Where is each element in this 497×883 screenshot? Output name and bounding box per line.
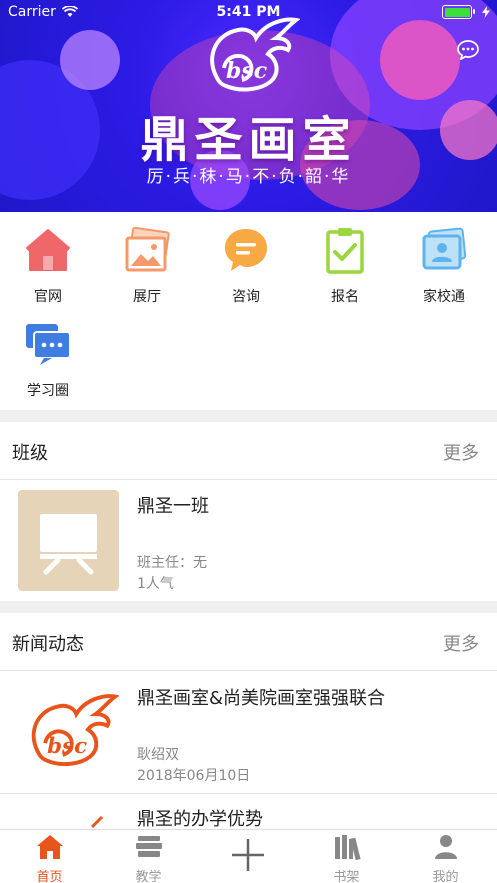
easel-icon: [40, 514, 97, 575]
brand-slogan: 厉·兵·秣·马·不·负·韶·华: [146, 167, 351, 187]
tab-label: 我的: [432, 870, 459, 883]
banner-blob: [380, 20, 460, 100]
quick-link-gallery[interactable]: 展厅: [99, 226, 195, 306]
consult-icon: [225, 229, 267, 271]
quick-link-official-site[interactable]: 官网: [0, 226, 96, 306]
home-tab-icon: [36, 835, 63, 859]
class-section-title: 班级: [12, 443, 48, 464]
quick-link-home-school[interactable]: 家校通: [396, 226, 492, 306]
app-screen: Carrier 5:41 PM bsc 鼎圣画室 厉·兵·秣·马·不·负·韶·华…: [0, 0, 497, 883]
class-teacher: 班主任：无: [137, 555, 207, 571]
news-thumbnail-logo: [90, 815, 104, 829]
tab-label: 教学: [135, 870, 162, 883]
class-section-header: 班级 更多: [0, 422, 497, 480]
news-title: 鼎圣画室&尚美院画室强强联合: [137, 688, 386, 709]
tab-home[interactable]: 首页: [0, 834, 99, 883]
quick-link-signup[interactable]: 报名: [297, 226, 393, 306]
quick-link-consult[interactable]: 咨询: [198, 226, 294, 306]
quick-links-grid: 官网 展厅 咨询 报名 家校通 学习圈: [0, 212, 497, 410]
signup-icon: [326, 228, 364, 274]
news-author: 耿绍双: [137, 747, 179, 763]
section-divider: [0, 601, 497, 613]
tab-add[interactable]: [198, 838, 297, 876]
news-section-header: 新闻动态 更多: [0, 613, 497, 671]
news-item[interactable]: bsc 鼎圣画室&尚美院画室强强联合 耿绍双 2018年06月10日: [0, 672, 497, 794]
svg-text:bsc: bsc: [47, 734, 87, 759]
tab-bookshelf[interactable]: 书架: [297, 834, 396, 883]
class-thumbnail: [18, 490, 119, 591]
news-title: 鼎圣的办学优势: [137, 809, 263, 830]
gallery-icon: [125, 226, 170, 272]
quick-link-study-circle[interactable]: 学习圈: [0, 320, 96, 400]
quick-link-label: 家校通: [423, 289, 465, 305]
class-name: 鼎圣一班: [137, 496, 209, 517]
news-thumbnail-logo: bsc: [31, 694, 119, 766]
home-icon: [26, 229, 70, 271]
class-more-link[interactable]: 更多: [443, 439, 479, 465]
study-circle-icon: [26, 324, 71, 365]
battery-icon: [442, 5, 475, 19]
news-more-link[interactable]: 更多: [443, 630, 479, 656]
teaching-tab-icon: [135, 836, 162, 857]
brand-logo: bsc: [210, 17, 300, 92]
class-popularity: 1人气: [137, 576, 174, 592]
section-divider: [0, 410, 497, 422]
class-card[interactable]: 鼎圣一班 班主任：无 1人气: [0, 480, 497, 601]
news-section-title: 新闻动态: [12, 634, 84, 655]
quick-link-label: 报名: [331, 289, 359, 305]
quick-link-label: 咨询: [232, 289, 260, 305]
tab-profile[interactable]: 我的: [396, 834, 495, 883]
profile-tab-icon: [434, 835, 457, 859]
news-date: 2018年06月10日: [137, 768, 251, 784]
message-icon[interactable]: [457, 40, 479, 60]
quick-link-label: 官网: [34, 289, 62, 305]
brand-title: 鼎圣画室: [140, 112, 357, 168]
home-school-icon: [422, 227, 467, 270]
tab-teaching[interactable]: 教学: [99, 834, 198, 883]
tab-label: 书架: [333, 870, 360, 883]
svg-text:bsc: bsc: [226, 58, 268, 84]
banner-blob: [60, 30, 120, 90]
plus-tab-icon: [231, 839, 264, 871]
bookshelf-tab-icon: [334, 835, 361, 861]
tab-label: 首页: [36, 870, 63, 883]
quick-link-label: 展厅: [133, 289, 161, 305]
charging-icon: [482, 6, 490, 18]
banner[interactable]: Carrier 5:41 PM bsc 鼎圣画室 厉·兵·秣·马·不·负·韶·华: [0, 0, 497, 212]
quick-link-label: 学习圈: [27, 383, 69, 399]
tab-bar: 首页 教学 书架 我的: [0, 829, 497, 883]
